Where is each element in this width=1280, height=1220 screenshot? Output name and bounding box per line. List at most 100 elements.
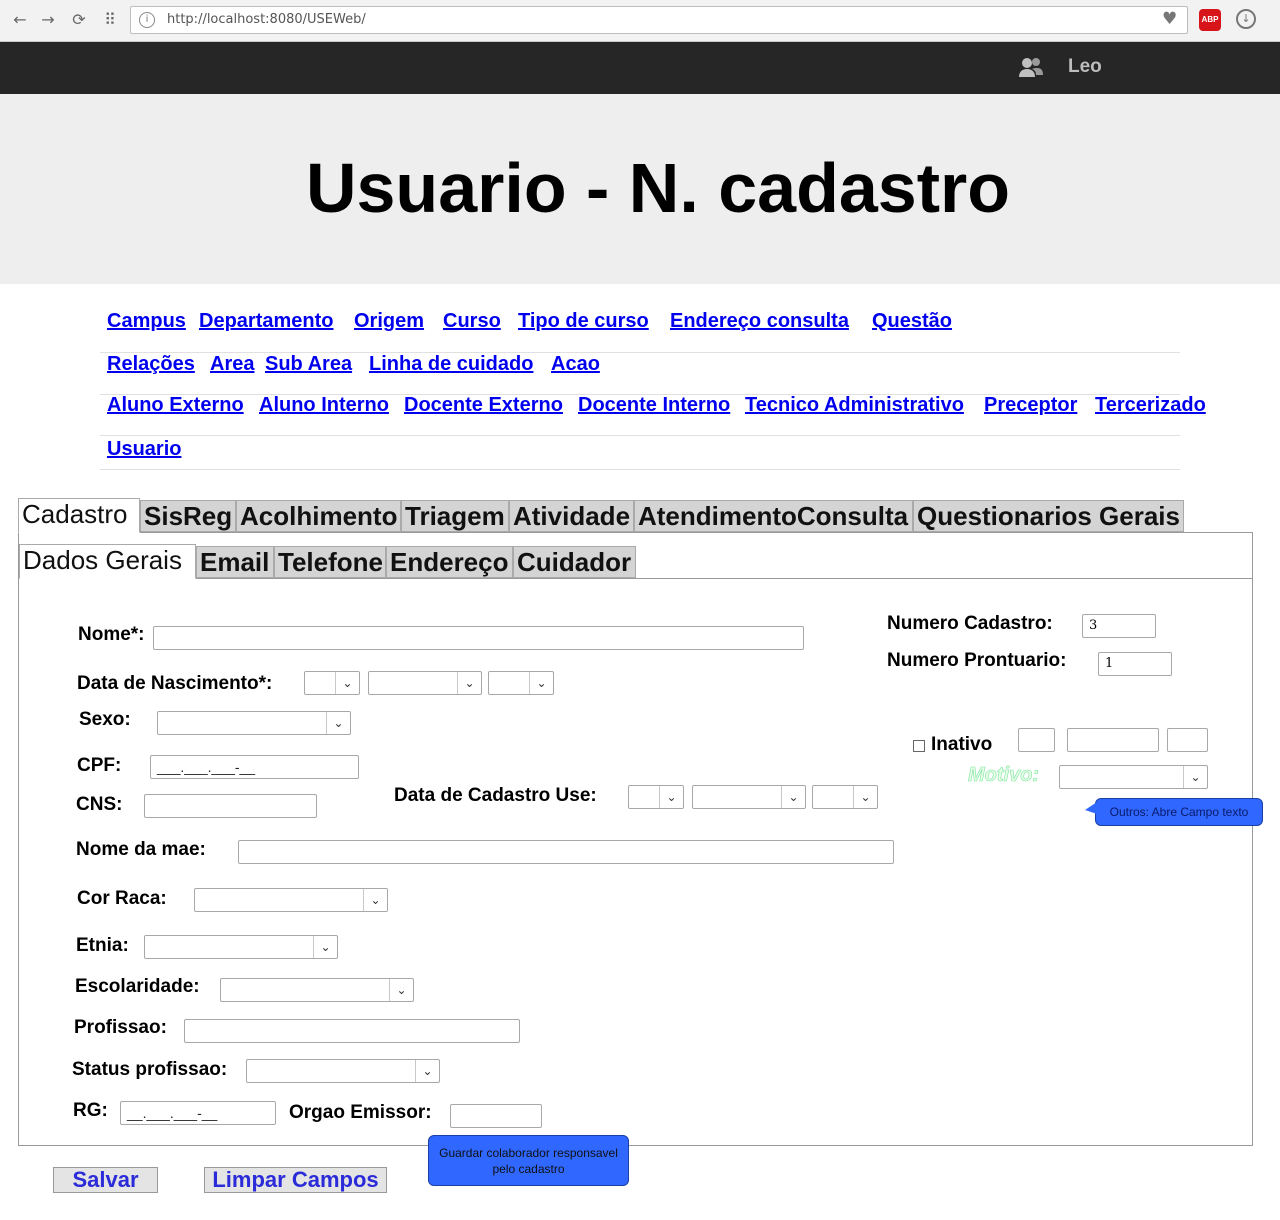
numero-cadastro-input[interactable]: 3 <box>1082 614 1156 638</box>
browser-toolbar: ← → ⟳ ⠿ i http://localhost:8080/USEWeb/ … <box>0 0 1280 42</box>
nav-link-tecnico-administrativo[interactable]: Tecnico Administrativo <box>745 394 964 417</box>
nascimento-year-select[interactable]: ⌄ <box>488 671 554 695</box>
tab-dados-gerais[interactable]: Dados Gerais <box>19 544 196 579</box>
tab-sisreg[interactable]: SisReg <box>140 500 236 532</box>
save-button[interactable]: Salvar <box>53 1167 158 1193</box>
numero-prontuario-label: Numero Prontuario: <box>887 650 1067 671</box>
rg-label: RG: <box>73 1100 108 1121</box>
cns-label: CNS: <box>76 794 123 815</box>
etnia-select[interactable]: ⌄ <box>144 935 338 959</box>
nascimento-month-select[interactable]: ⌄ <box>368 671 482 695</box>
tab-cuidador[interactable]: Cuidador <box>513 546 636 578</box>
nav-link-relacoes[interactable]: Relações <box>107 353 195 376</box>
nav-link-sub-area[interactable]: Sub Area <box>265 353 352 376</box>
nome-mae-input[interactable] <box>238 840 894 864</box>
tab-questionarios-gerais[interactable]: Questionarios Gerais <box>913 500 1184 532</box>
chevron-down-icon: ⌄ <box>335 672 359 694</box>
tab-endereco[interactable]: Endereço <box>386 546 513 578</box>
reload-icon[interactable]: ⟳ <box>69 10 89 30</box>
nav-link-endereco-consulta[interactable]: Endereço consulta <box>670 310 849 333</box>
save-callout-text: Guardar colaborador responsavel pelo cad… <box>439 1146 618 1176</box>
nav-link-area[interactable]: Area <box>210 353 254 376</box>
nav-link-aluno-interno[interactable]: Aluno Interno <box>259 394 389 417</box>
download-icon[interactable]: ↓ <box>1236 9 1256 29</box>
clear-fields-button[interactable]: Limpar Campos <box>204 1167 387 1193</box>
nav-link-questao[interactable]: Questão <box>872 310 952 333</box>
apps-icon[interactable]: ⠿ <box>100 10 120 30</box>
cadastro-year-select[interactable]: ⌄ <box>812 785 878 809</box>
nav-link-tercerizado[interactable]: Tercerizado <box>1095 394 1206 417</box>
cor-raca-select[interactable]: ⌄ <box>194 888 388 912</box>
sexo-select[interactable]: ⌄ <box>157 711 351 735</box>
chevron-down-icon: ⌄ <box>529 672 553 694</box>
cpf-input[interactable]: ___.___.___-__ <box>150 755 359 779</box>
tab-email[interactable]: Email <box>196 546 274 578</box>
etnia-label: Etnia: <box>76 935 129 956</box>
nav-link-usuario[interactable]: Usuario <box>107 438 181 461</box>
nav-link-campus[interactable]: Campus <box>107 310 186 333</box>
nav-row-2: Relações Area Sub Area Linha de cuidado … <box>100 353 1180 395</box>
profissao-input[interactable] <box>184 1019 520 1043</box>
cadastro-month-select[interactable]: ⌄ <box>692 785 806 809</box>
orgao-emissor-input[interactable] <box>450 1104 542 1128</box>
nav-row-1: Campus Departamento Origem Curso Tipo de… <box>100 310 1180 353</box>
adblock-icon[interactable]: ABP <box>1199 9 1221 31</box>
chevron-down-icon: ⌄ <box>389 979 413 1001</box>
data-nascimento-label: Data de Nascimento*: <box>77 673 273 694</box>
tab-atividade[interactable]: Atividade <box>509 500 634 532</box>
motivo-select[interactable]: ⌄ <box>1059 765 1208 789</box>
inativo-month-input[interactable] <box>1067 728 1159 752</box>
cor-raca-label: Cor Raca: <box>77 888 167 909</box>
nav-row-3: Aluno Externo Aluno Interno Docente Exte… <box>100 394 1206 436</box>
nascimento-day-select[interactable]: ⌄ <box>304 671 360 695</box>
motivo-callout: Outros: Abre Campo texto <box>1095 798 1263 826</box>
heart-icon[interactable]: ♥ <box>1162 9 1177 29</box>
user-name[interactable]: Leo <box>1068 56 1102 78</box>
forward-icon[interactable]: → <box>38 10 58 30</box>
data-cadastro-label: Data de Cadastro Use: <box>394 785 597 806</box>
chevron-down-icon: ⌄ <box>1183 766 1207 788</box>
tab-telefone[interactable]: Telefone <box>274 546 386 578</box>
profissao-label: Profissao: <box>74 1017 167 1038</box>
nome-input[interactable] <box>153 626 804 650</box>
nome-label: Nome*: <box>78 624 145 645</box>
cns-input[interactable] <box>144 794 317 818</box>
nav-link-curso[interactable]: Curso <box>443 310 501 333</box>
nav-link-linha-de-cuidado[interactable]: Linha de cuidado <box>369 353 533 376</box>
tab-triagem[interactable]: Triagem <box>401 500 509 532</box>
inativo-day-input[interactable] <box>1018 728 1055 752</box>
nav-link-tipo-de-curso[interactable]: Tipo de curso <box>518 310 649 333</box>
page-title: Usuario - N. cadastro <box>305 149 1011 227</box>
chevron-down-icon: ⌄ <box>853 786 877 808</box>
chevron-down-icon: ⌄ <box>326 712 350 734</box>
chevron-down-icon: ⌄ <box>457 672 481 694</box>
escolaridade-select[interactable]: ⌄ <box>220 978 414 1002</box>
users-icon[interactable] <box>1018 56 1044 83</box>
inativo-year-input[interactable] <box>1167 728 1208 752</box>
address-bar[interactable]: i http://localhost:8080/USEWeb/ <box>130 6 1188 34</box>
chevron-down-icon: ⌄ <box>363 889 387 911</box>
back-icon[interactable]: ← <box>10 10 30 30</box>
nav-link-preceptor[interactable]: Preceptor <box>984 394 1077 417</box>
nav-link-acao[interactable]: Acao <box>551 353 600 376</box>
cadastro-day-select[interactable]: ⌄ <box>628 785 684 809</box>
page-header: Usuario - N. cadastro <box>0 94 1280 284</box>
nav-link-origem[interactable]: Origem <box>354 310 424 333</box>
info-icon[interactable]: i <box>139 12 155 28</box>
tab-atendimento-consulta[interactable]: AtendimentoConsulta <box>634 500 913 532</box>
numero-prontuario-input[interactable]: 1 <box>1098 652 1172 676</box>
url-text[interactable]: http://localhost:8080/USEWeb/ <box>167 12 366 27</box>
nav-link-departamento[interactable]: Departamento <box>199 310 333 333</box>
nav-link-docente-interno[interactable]: Docente Interno <box>578 394 730 417</box>
tab-cadastro[interactable]: Cadastro <box>18 498 140 533</box>
status-profissao-label: Status profissao: <box>72 1059 228 1080</box>
status-profissao-select[interactable]: ⌄ <box>246 1059 440 1083</box>
motivo-callout-text: Outros: Abre Campo texto <box>1109 805 1249 819</box>
tab-acolhimento[interactable]: Acolhimento <box>236 500 401 532</box>
inativo-checkbox[interactable] <box>913 740 925 752</box>
inativo-label: Inativo <box>931 734 993 755</box>
rg-input[interactable]: __.___.___-__ <box>120 1101 276 1125</box>
nav-link-docente-externo[interactable]: Docente Externo <box>404 394 563 417</box>
nav-link-aluno-externo[interactable]: Aluno Externo <box>107 394 244 417</box>
chevron-down-icon: ⌄ <box>659 786 683 808</box>
